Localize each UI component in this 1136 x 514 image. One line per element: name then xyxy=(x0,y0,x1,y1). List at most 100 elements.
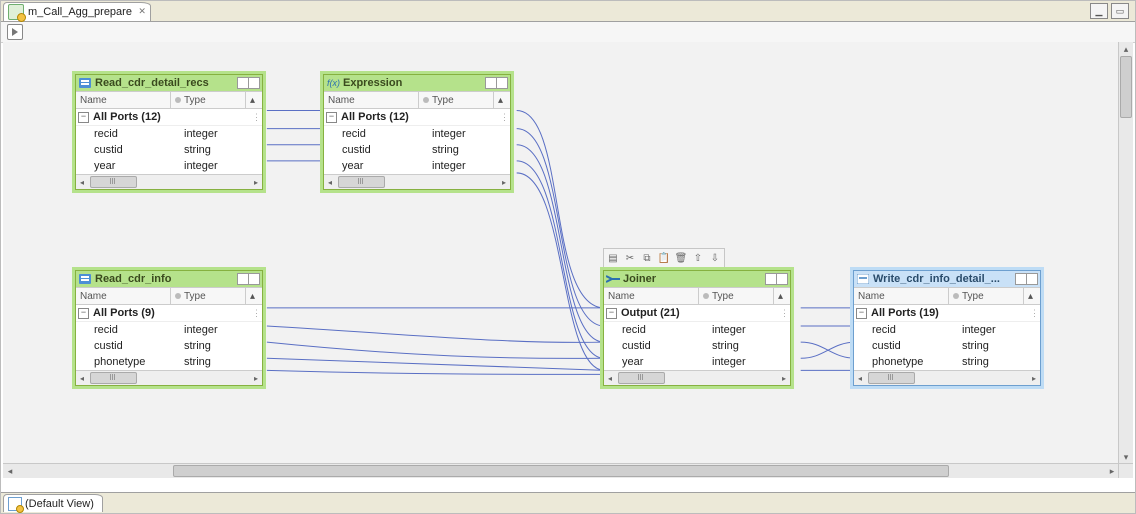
port-row[interactable]: custidstring xyxy=(324,142,510,158)
scroll-up-icon[interactable]: ▴ xyxy=(246,288,262,304)
ports-group[interactable]: − All Ports (12) ⋮⋮ xyxy=(324,109,510,126)
node-scrollbar[interactable]: ◂▸ xyxy=(324,174,510,189)
node-window-buttons[interactable] xyxy=(1016,273,1038,285)
port-row[interactable]: yearinteger xyxy=(76,158,262,174)
node-joiner[interactable]: Joiner Name Type ▴ − Output (21) ⋮⋮ reci… xyxy=(603,270,791,386)
collapse-icon[interactable]: − xyxy=(856,308,867,319)
paste-icon[interactable]: 📋 xyxy=(656,250,672,266)
view-icon xyxy=(8,497,22,511)
node-title: Joiner xyxy=(623,273,761,285)
node-read-cdr-detail-recs[interactable]: Read_cdr_detail_recs Name Type ▴ − All P… xyxy=(75,74,263,190)
new-icon[interactable]: ▤ xyxy=(605,250,621,266)
scrollbar-thumb[interactable] xyxy=(1120,56,1132,118)
scroll-right-icon[interactable]: ▸ xyxy=(1105,464,1119,478)
grip-icon[interactable]: ⋮⋮ xyxy=(252,112,260,123)
port-row[interactable]: custidstring xyxy=(604,338,790,354)
ports-group[interactable]: − All Ports (12) ⋮⋮ xyxy=(76,109,262,126)
port-row[interactable]: custidstring xyxy=(76,338,262,354)
port-list: recidinteger custidstring yearinteger xyxy=(324,126,510,174)
run-button[interactable] xyxy=(7,24,23,40)
svg-text:f(x): f(x) xyxy=(327,78,340,88)
node-scrollbar[interactable]: ◂▸ xyxy=(76,174,262,189)
port-list: recidinteger custidstring yearinteger xyxy=(604,322,790,370)
node-window-buttons[interactable] xyxy=(486,77,508,89)
target-icon xyxy=(856,273,870,285)
grip-icon[interactable]: ⋮⋮ xyxy=(1030,308,1038,319)
port-row[interactable]: yearinteger xyxy=(604,354,790,370)
node-column-header: Name Type ▴ xyxy=(76,91,262,109)
scroll-left-icon[interactable]: ◂ xyxy=(3,464,17,478)
scrollbar-thumb[interactable] xyxy=(173,465,949,477)
collapse-icon[interactable]: − xyxy=(606,308,617,319)
sort-icon[interactable] xyxy=(703,293,709,299)
editor-tab-title: m_Call_Agg_prepare xyxy=(28,6,132,18)
scroll-up-icon[interactable]: ▴ xyxy=(1119,42,1133,56)
grip-icon[interactable]: ⋮⋮ xyxy=(252,308,260,319)
source-icon xyxy=(78,273,92,285)
port-row[interactable]: custidstring xyxy=(76,142,262,158)
canvas-vertical-scrollbar[interactable]: ▴ ▾ xyxy=(1118,42,1133,464)
sort-icon[interactable] xyxy=(175,293,181,299)
port-row[interactable]: recidinteger xyxy=(604,322,790,338)
node-column-header: Name Type ▴ xyxy=(854,287,1040,305)
node-column-header: Name Type ▴ xyxy=(604,287,790,305)
sort-icon[interactable] xyxy=(953,293,959,299)
node-column-header: Name Type ▴ xyxy=(324,91,510,109)
scroll-up-icon[interactable]: ▴ xyxy=(494,92,510,108)
scroll-up-icon[interactable]: ▴ xyxy=(246,92,262,108)
sort-icon[interactable] xyxy=(423,97,429,103)
view-tab-default[interactable]: (Default View) xyxy=(3,494,103,512)
ports-group[interactable]: − Output (21) ⋮⋮ xyxy=(604,305,790,322)
collapse-icon[interactable]: − xyxy=(326,112,337,123)
port-list: recidinteger custidstring yearinteger xyxy=(76,126,262,174)
node-scrollbar[interactable]: ◂▸ xyxy=(604,370,790,385)
cut-icon[interactable]: ✂ xyxy=(622,250,638,266)
port-row[interactable]: recidinteger xyxy=(76,126,262,142)
port-row[interactable]: custidstring xyxy=(854,338,1040,354)
mapping-canvas[interactable]: Read_cdr_detail_recs Name Type ▴ − All P… xyxy=(3,42,1119,464)
port-row[interactable]: phonetypestring xyxy=(854,354,1040,370)
node-read-cdr-info[interactable]: Read_cdr_info Name Type ▴ − All Ports (9… xyxy=(75,270,263,386)
node-scrollbar[interactable]: ◂▸ xyxy=(854,370,1040,385)
maximize-button[interactable]: ▭ xyxy=(1111,3,1129,19)
footer-tab-bar: (Default View) xyxy=(1,492,1135,513)
scroll-up-icon[interactable]: ▴ xyxy=(774,288,790,304)
node-scrollbar[interactable]: ◂▸ xyxy=(76,370,262,385)
editor-tab-bar: m_Call_Agg_prepare ✕ ▁ ▭ xyxy=(1,1,1135,22)
port-row[interactable]: yearinteger xyxy=(324,158,510,174)
grip-icon[interactable]: ⋮⋮ xyxy=(500,112,508,123)
sort-icon[interactable] xyxy=(175,97,181,103)
collapse-icon[interactable]: − xyxy=(78,112,89,123)
node-column-header: Name Type ▴ xyxy=(76,287,262,305)
scroll-down-icon[interactable]: ▾ xyxy=(1119,450,1133,464)
view-tab-label: (Default View) xyxy=(25,498,94,510)
editor-toolbar xyxy=(1,22,1135,43)
move-up-icon[interactable]: ⇧ xyxy=(690,250,706,266)
port-row[interactable]: phonetypestring xyxy=(76,354,262,370)
delete-icon[interactable]: 🗑 xyxy=(673,250,689,266)
port-row[interactable]: recidinteger xyxy=(76,322,262,338)
canvas-horizontal-scrollbar[interactable]: ◂ ▸ xyxy=(3,463,1119,478)
port-row[interactable]: recidinteger xyxy=(324,126,510,142)
scroll-up-icon[interactable]: ▴ xyxy=(1024,288,1040,304)
play-icon xyxy=(11,28,19,36)
node-window-buttons[interactable] xyxy=(238,77,260,89)
node-expression[interactable]: f(x) Expression Name Type ▴ − All Ports … xyxy=(323,74,511,190)
ports-group[interactable]: − All Ports (19) ⋮⋮ xyxy=(854,305,1040,322)
window-controls: ▁ ▭ xyxy=(1090,3,1129,19)
grip-icon[interactable]: ⋮⋮ xyxy=(780,308,788,319)
port-row[interactable]: recidinteger xyxy=(854,322,1040,338)
node-window-buttons[interactable] xyxy=(238,273,260,285)
joiner-icon xyxy=(606,273,620,285)
collapse-icon[interactable]: − xyxy=(78,308,89,319)
app-window: m_Call_Agg_prepare ✕ ▁ ▭ xyxy=(0,0,1136,514)
node-write-cdr-info-detail[interactable]: Write_cdr_info_detail_... Name Type ▴ − … xyxy=(853,270,1041,386)
editor-tab-active[interactable]: m_Call_Agg_prepare ✕ xyxy=(3,2,151,21)
node-title: Write_cdr_info_detail_... xyxy=(873,273,1011,285)
node-window-buttons[interactable] xyxy=(766,273,788,285)
minimize-button[interactable]: ▁ xyxy=(1090,3,1108,19)
move-down-icon[interactable]: ⇩ xyxy=(707,250,723,266)
copy-icon[interactable]: ⧉ xyxy=(639,250,655,266)
ports-group[interactable]: − All Ports (9) ⋮⋮ xyxy=(76,305,262,322)
close-icon[interactable]: ✕ xyxy=(138,6,146,17)
